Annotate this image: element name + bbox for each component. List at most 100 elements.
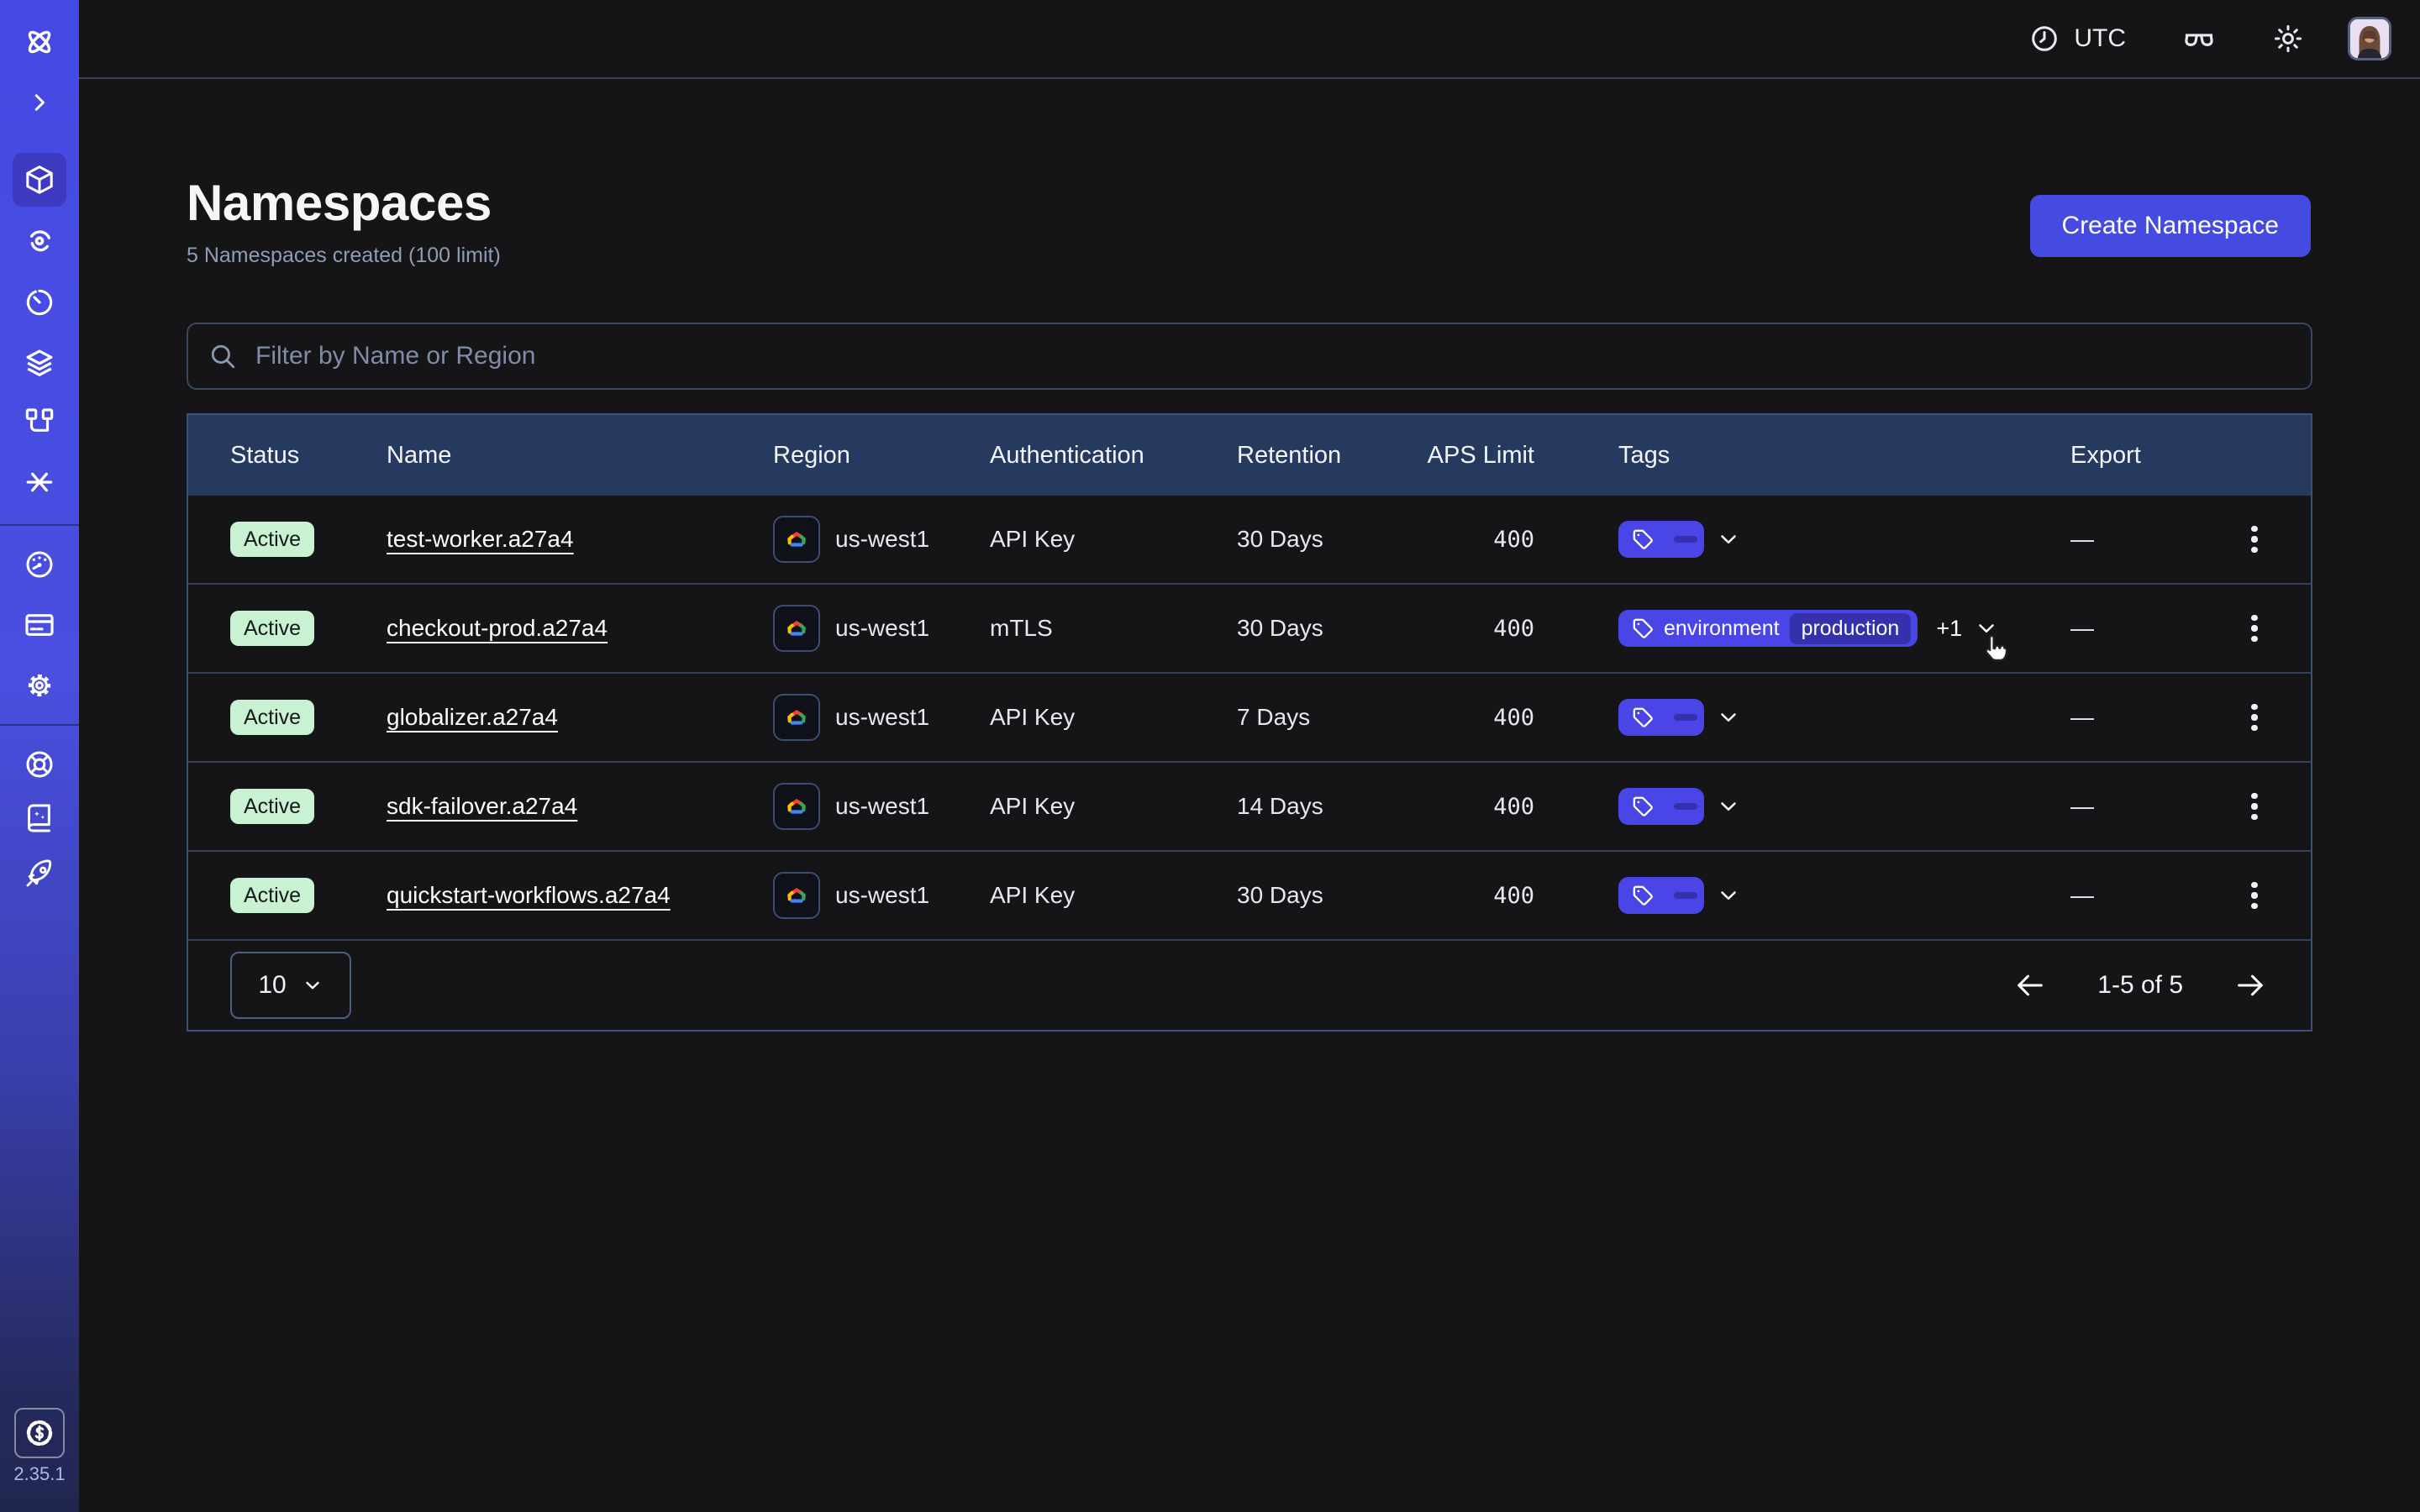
row-actions-kebab-button[interactable] (2241, 694, 2267, 741)
column-header-name: Name (345, 415, 731, 496)
row-actions-kebab-button[interactable] (2241, 872, 2267, 919)
sidebar-item-namespaces[interactable] (13, 153, 66, 207)
lifebuoy-icon (23, 748, 56, 781)
timezone-button[interactable]: UTC (2028, 23, 2126, 55)
tags-expand-chevron[interactable] (1716, 705, 1741, 730)
theme-toggle-button[interactable] (2272, 23, 2304, 55)
pricing-button[interactable] (14, 1408, 65, 1458)
row-actions-kebab-button[interactable] (2241, 516, 2267, 563)
labs-toggle-button[interactable] (2181, 21, 2217, 56)
row-actions-kebab-button[interactable] (2241, 783, 2267, 830)
column-header-region: Region (731, 415, 948, 496)
retention-label: 14 Days (1195, 763, 1386, 850)
gauge-icon (23, 548, 56, 581)
sidebar-item-nexus[interactable] (13, 455, 66, 509)
tags-expand-chevron[interactable] (1716, 794, 1741, 819)
namespace-link[interactable]: test-worker.a27a4 (387, 526, 574, 553)
auth-label: mTLS (948, 585, 1195, 672)
aps-limit-value: 400 (1386, 763, 1576, 850)
sidebar-item-support[interactable] (13, 738, 66, 791)
previous-page-button[interactable] (2013, 969, 2047, 1002)
tag-badge[interactable] (1618, 699, 1704, 736)
retention-label: 30 Days (1195, 852, 1386, 939)
table-header-row: StatusNameRegionAuthenticationRetentionA… (188, 415, 2311, 496)
aps-limit-value: 400 (1386, 496, 1576, 583)
export-value: — (2028, 852, 2198, 939)
chevron-down-icon (1716, 527, 1741, 552)
sidebar-item-deployments[interactable] (13, 336, 66, 390)
region-label: us-west1 (835, 793, 929, 820)
chevron-down-icon (1716, 883, 1741, 908)
table-row: Active globalizer.a27a4 us-west1 API Key… (188, 672, 2311, 761)
tag-icon (1632, 528, 1654, 550)
namespace-link[interactable]: globalizer.a27a4 (387, 704, 558, 731)
sidebar-item-workflows[interactable] (13, 213, 66, 267)
sidebar-item-settings[interactable] (13, 659, 66, 712)
namespace-link[interactable]: quickstart-workflows.a27a4 (387, 882, 671, 909)
gcp-cloud-icon (773, 605, 820, 652)
next-page-button[interactable] (2233, 969, 2267, 1002)
tag-value: production (1790, 613, 1912, 644)
pipeline-icon (23, 405, 56, 438)
column-header-authentication: Authentication (948, 415, 1195, 496)
page-range-label: 1-5 of 5 (2097, 971, 2183, 1000)
gcp-cloud-icon (773, 516, 820, 563)
sidebar-item-getting-started[interactable] (13, 847, 66, 900)
timezone-label: UTC (2074, 24, 2126, 53)
temporal-logo[interactable] (13, 15, 66, 69)
tag-icon (1632, 706, 1654, 728)
clock-icon (2028, 23, 2060, 55)
table-body: Active test-worker.a27a4 us-west1 API Ke… (188, 496, 2311, 939)
sidebar-expand-button[interactable] (13, 76, 66, 129)
status-badge: Active (230, 878, 314, 913)
app-window: 2.35.1 UTC Namespaces 5 Namespaces creat… (0, 0, 2420, 1512)
tag-icon (1632, 617, 1654, 639)
region-label: us-west1 (835, 526, 929, 553)
column-header-aps-limit: APS Limit (1386, 415, 1576, 496)
sidebar-item-schedules[interactable] (13, 276, 66, 329)
tag-more-count: +1 (1936, 616, 1962, 642)
status-badge: Active (230, 789, 314, 824)
tags-expand-chevron[interactable] (1716, 527, 1741, 552)
table-row: Active checkout-prod.a27a4 us-west1 mTLS… (188, 583, 2311, 672)
namespace-link[interactable]: checkout-prod.a27a4 (387, 615, 608, 642)
chevron-right-icon (24, 87, 55, 118)
tags-expand-chevron[interactable] (1974, 616, 1999, 641)
tag-badge[interactable]: environment production (1618, 610, 1918, 647)
user-avatar[interactable] (2348, 17, 2391, 60)
page-size-value: 10 (258, 971, 286, 1000)
chevron-down-icon (302, 974, 324, 996)
sidebar-item-billing[interactable] (13, 598, 66, 652)
tag-value (1674, 536, 1697, 543)
search-icon (208, 342, 237, 370)
auth-label: API Key (948, 852, 1195, 939)
arrow-right-icon (2233, 969, 2267, 1002)
cube-icon (23, 163, 56, 197)
tag-badge[interactable] (1618, 877, 1704, 914)
sidebar-item-usage[interactable] (13, 538, 66, 591)
status-badge: Active (230, 611, 314, 646)
table-row: Active test-worker.a27a4 us-west1 API Ke… (188, 496, 2311, 583)
tags-expand-chevron[interactable] (1716, 883, 1741, 908)
status-badge: Active (230, 522, 314, 557)
tag-badge[interactable] (1618, 788, 1704, 825)
sun-icon (2272, 23, 2304, 55)
page-size-select[interactable]: 10 (230, 952, 351, 1019)
namespace-link[interactable]: sdk-failover.a27a4 (387, 793, 577, 820)
filter-input[interactable] (252, 340, 2291, 372)
filter-bar (187, 323, 2312, 390)
tag-badge[interactable] (1618, 521, 1704, 558)
table-row: Active sdk-failover.a27a4 us-west1 API K… (188, 761, 2311, 850)
book-sparkles-icon (23, 801, 56, 835)
create-namespace-button[interactable]: Create Namespace (2030, 195, 2311, 257)
export-value: — (2028, 674, 2198, 761)
sidebar-item-batch-operations[interactable] (13, 395, 66, 449)
retention-label: 7 Days (1195, 674, 1386, 761)
tag-icon (1632, 795, 1654, 817)
retention-label: 30 Days (1195, 585, 1386, 672)
tag-icon (1632, 885, 1654, 906)
row-actions-kebab-button[interactable] (2241, 605, 2267, 652)
status-badge: Active (230, 700, 314, 735)
sidebar-item-docs[interactable] (13, 791, 66, 845)
pager: 1-5 of 5 (2013, 969, 2267, 1002)
